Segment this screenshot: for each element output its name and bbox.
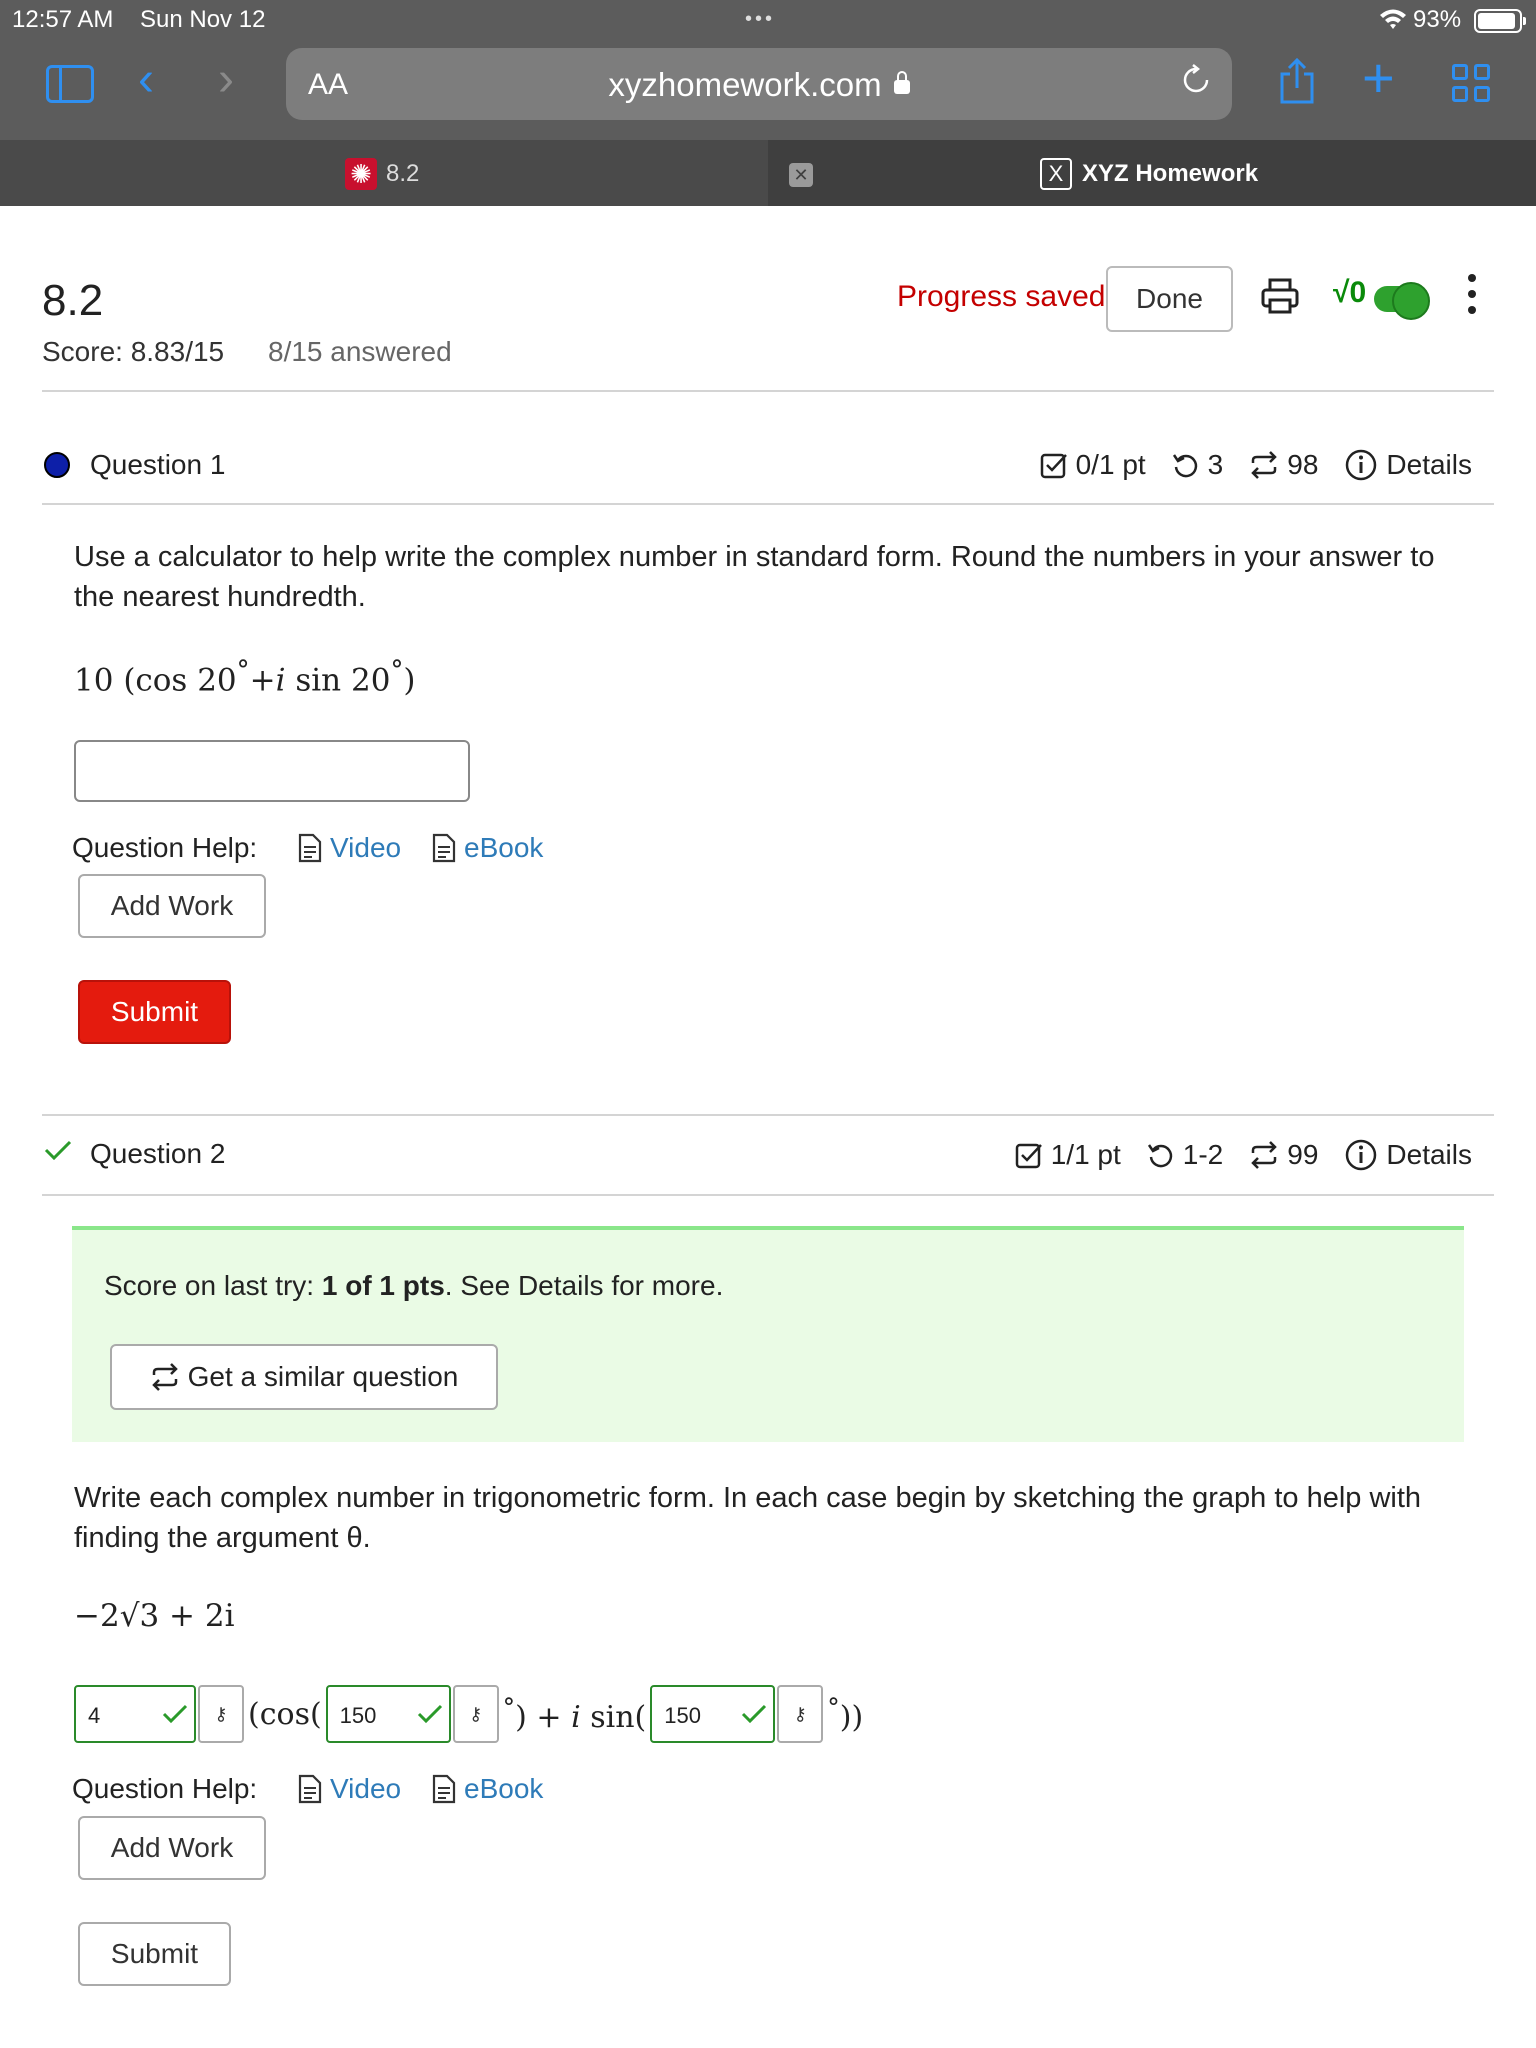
wifi-icon [1380, 9, 1406, 29]
lock-icon [893, 71, 910, 94]
done-button[interactable]: Done [1106, 266, 1233, 332]
divider [42, 1114, 1494, 1116]
video-link[interactable]: Video [298, 1773, 401, 1805]
tab-8-2[interactable] [0, 140, 768, 206]
question-1-details[interactable]: Details [1386, 449, 1472, 481]
question-1-points: 0/1 pt [1075, 449, 1146, 480]
progress-status: Progress saved [897, 280, 1106, 313]
info-icon[interactable] [1344, 448, 1378, 482]
similar-question-button[interactable]: Get a similar question [110, 1344, 498, 1410]
tabs-overview-icon[interactable] [1452, 64, 1492, 104]
question-2-prompt: Write each complex number in trigonometr… [74, 1482, 1422, 1554]
question-help-label: Question Help: [72, 1773, 258, 1804]
more-options-icon[interactable] [1466, 274, 1478, 318]
question-1-meta: 0/1 pt 3 98 Details [1040, 448, 1472, 482]
canvas-favicon-icon [345, 158, 377, 190]
answer-input[interactable] [74, 740, 470, 802]
reload-icon[interactable] [1178, 62, 1214, 98]
multitask-dots[interactable]: ••• [745, 8, 775, 31]
correct-check-icon [162, 1704, 188, 1724]
question-1-retries: 3 [1207, 449, 1224, 480]
url-text[interactable]: xyzhomework.com [286, 66, 1232, 104]
document-icon [298, 1774, 322, 1804]
question-1-title[interactable]: Question 1 [90, 449, 225, 481]
add-work-button[interactable]: Add Work [78, 874, 266, 938]
modulus-input[interactable]: 4 [74, 1685, 196, 1743]
divider [42, 503, 1494, 505]
question-2-meta: 1/1 pt 1-2 99 Details [1015, 1138, 1472, 1172]
tab-xyz-homework[interactable]: XYZ Homework [1082, 160, 1258, 188]
answered-count: 8/15 answered [268, 336, 452, 367]
new-tab-icon[interactable]: + [1362, 50, 1395, 106]
question-2-similar-count: 99 [1287, 1139, 1319, 1170]
similar-question-icon [1251, 451, 1278, 479]
share-icon[interactable] [1277, 56, 1317, 106]
tab-bar: 8.2 ✕ X XYZ Homework [0, 140, 1536, 206]
question-help-label: Question Help: [72, 832, 258, 863]
similar-question-icon [1251, 1141, 1278, 1169]
points-checkbox-icon [1015, 1143, 1042, 1169]
xyz-favicon-icon: X [1040, 158, 1072, 190]
correct-check-icon [742, 1704, 767, 1724]
question-1-similar-count: 98 [1287, 449, 1319, 480]
question-2-expression: −2√3 + 2i [74, 1598, 235, 1634]
sin-text: °) + i sin( [502, 1693, 647, 1735]
ebook-link[interactable]: eBook [432, 1773, 543, 1805]
divider [42, 390, 1494, 392]
battery-icon [1474, 9, 1526, 33]
address-bar[interactable]: AA xyzhomework.com [286, 48, 1232, 120]
question-2-title[interactable]: Question 2 [90, 1138, 225, 1170]
close-tab-icon[interactable]: ✕ [789, 163, 813, 187]
math-display-icon: √0 [1333, 276, 1367, 309]
last-try-panel: Score on last try: 1 of 1 pts. See Detai… [72, 1226, 1464, 1442]
current-question-icon [44, 452, 70, 478]
sidebar-icon[interactable] [46, 65, 94, 103]
question-2-retries: 1-2 [1182, 1139, 1224, 1170]
retry-icon [1172, 454, 1197, 478]
submit-button[interactable]: Submit [78, 980, 231, 1044]
math-display-toggle[interactable] [1374, 282, 1430, 320]
answer-row: 4 ⚷ (cos( 150 ⚷ °) + i sin( 150 ⚷ °)) [74, 1684, 867, 1744]
close-paren-text: °)) [827, 1693, 864, 1735]
cos-text: (cos( [248, 1696, 322, 1732]
correct-check-icon [417, 1704, 442, 1724]
question-1-expression: 10 (cos 20°+i sin 20°) [74, 656, 416, 699]
key-icon[interactable]: ⚷ [198, 1685, 244, 1743]
question-1-prompt: Use a calculator to help write the compl… [74, 541, 1435, 613]
add-work-button[interactable]: Add Work [78, 1816, 266, 1880]
document-icon [432, 1774, 456, 1804]
print-icon[interactable] [1260, 276, 1300, 316]
status-time: 12:57 AM [12, 6, 114, 33]
browser-toolbar: ‹ › AA xyzhomework.com + [0, 42, 1536, 140]
sin-angle-input[interactable]: 150 [650, 1685, 776, 1743]
cos-angle-input[interactable]: 150 [325, 1685, 451, 1743]
submit-button[interactable]: Submit [78, 1922, 231, 1986]
page-title: 8.2 [42, 276, 104, 325]
retry-icon [1147, 1144, 1172, 1168]
divider [42, 1194, 1494, 1196]
document-icon [298, 833, 322, 863]
status-bar: 12:57 AM Sun Nov 12 ••• 93% [0, 0, 1536, 42]
battery-percent: 93% [1413, 6, 1462, 33]
question-2-details[interactable]: Details [1386, 1139, 1472, 1171]
question-2-points: 1/1 pt [1050, 1139, 1121, 1170]
forward-icon[interactable]: › [218, 56, 234, 104]
info-icon[interactable] [1344, 1138, 1378, 1172]
status-date: Sun Nov 12 [140, 6, 266, 33]
ebook-link[interactable]: eBook [432, 832, 543, 864]
similar-question-icon [151, 1363, 178, 1391]
last-try-text: Score on last try: 1 of 1 pts. See Detai… [104, 1270, 724, 1301]
document-icon [432, 833, 456, 863]
correct-check-icon [44, 1140, 72, 1160]
tab-label[interactable]: 8.2 [386, 160, 419, 188]
back-icon[interactable]: ‹ [138, 56, 154, 104]
score-text: Score: 8.83/15 [42, 336, 225, 367]
points-checkbox-icon [1040, 453, 1067, 479]
key-icon[interactable]: ⚷ [452, 1685, 499, 1743]
video-link[interactable]: Video [298, 832, 401, 864]
key-icon[interactable]: ⚷ [777, 1685, 824, 1743]
